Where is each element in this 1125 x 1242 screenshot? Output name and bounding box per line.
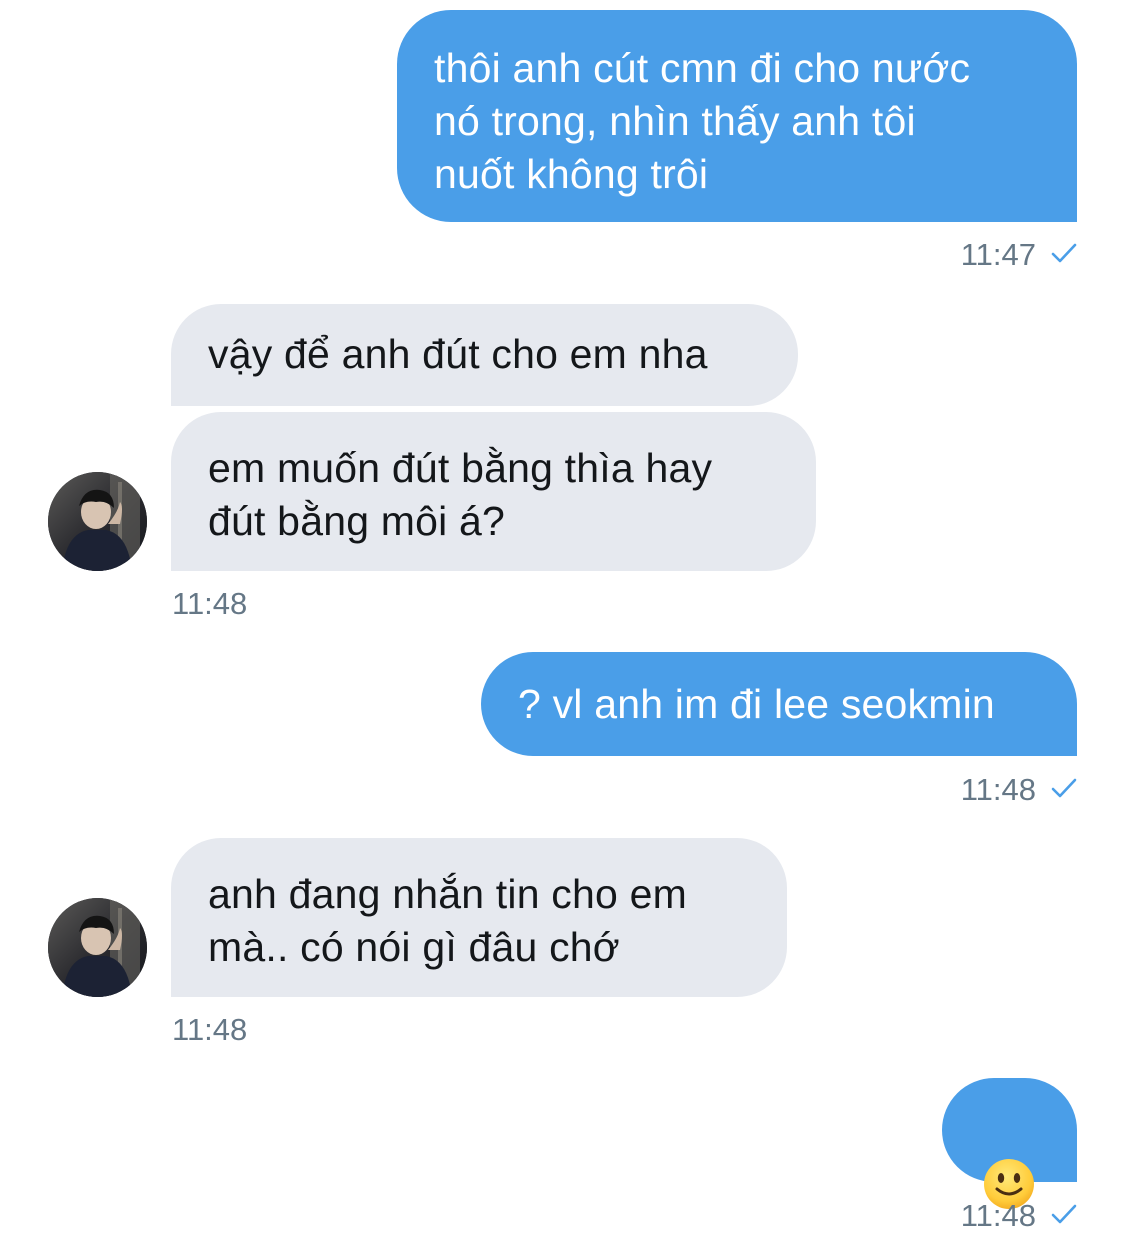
outgoing-message-bubble[interactable]: ? vl anh im đi lee seokmin — [481, 652, 1077, 756]
outgoing-message-bubble[interactable]: thôi anh cút cmn đi cho nước nó trong, n… — [397, 10, 1077, 222]
sent-check-icon — [1050, 237, 1078, 273]
contact-avatar[interactable] — [48, 898, 147, 997]
sent-check-icon — [1050, 1198, 1078, 1234]
timestamp-text: 11:48 — [172, 1012, 248, 1047]
message-timestamp: 11:48 — [172, 1012, 247, 1048]
message-timestamp: 11:48 — [172, 586, 247, 622]
message-timestamp: 11:48 — [961, 772, 1078, 810]
incoming-message-bubble[interactable]: vậy để anh đút cho em nha — [171, 304, 798, 406]
message-timestamp: 11:47 — [961, 237, 1078, 275]
incoming-message-bubble[interactable]: em muốn đút bằng thìa hay đút bằng môi á… — [171, 412, 816, 571]
sent-check-icon — [1050, 772, 1078, 808]
timestamp-text: 11:48 — [172, 586, 248, 621]
timestamp-text: 11:48 — [960, 1198, 1036, 1233]
message-timestamp: 11:48 — [961, 1198, 1078, 1236]
contact-avatar[interactable] — [48, 472, 147, 571]
incoming-message-bubble[interactable]: anh đang nhắn tin cho em mà.. có nói gì … — [171, 838, 787, 997]
outgoing-message-bubble[interactable] — [942, 1078, 1077, 1209]
timestamp-text: 11:48 — [960, 772, 1036, 807]
timestamp-text: 11:47 — [960, 237, 1036, 272]
